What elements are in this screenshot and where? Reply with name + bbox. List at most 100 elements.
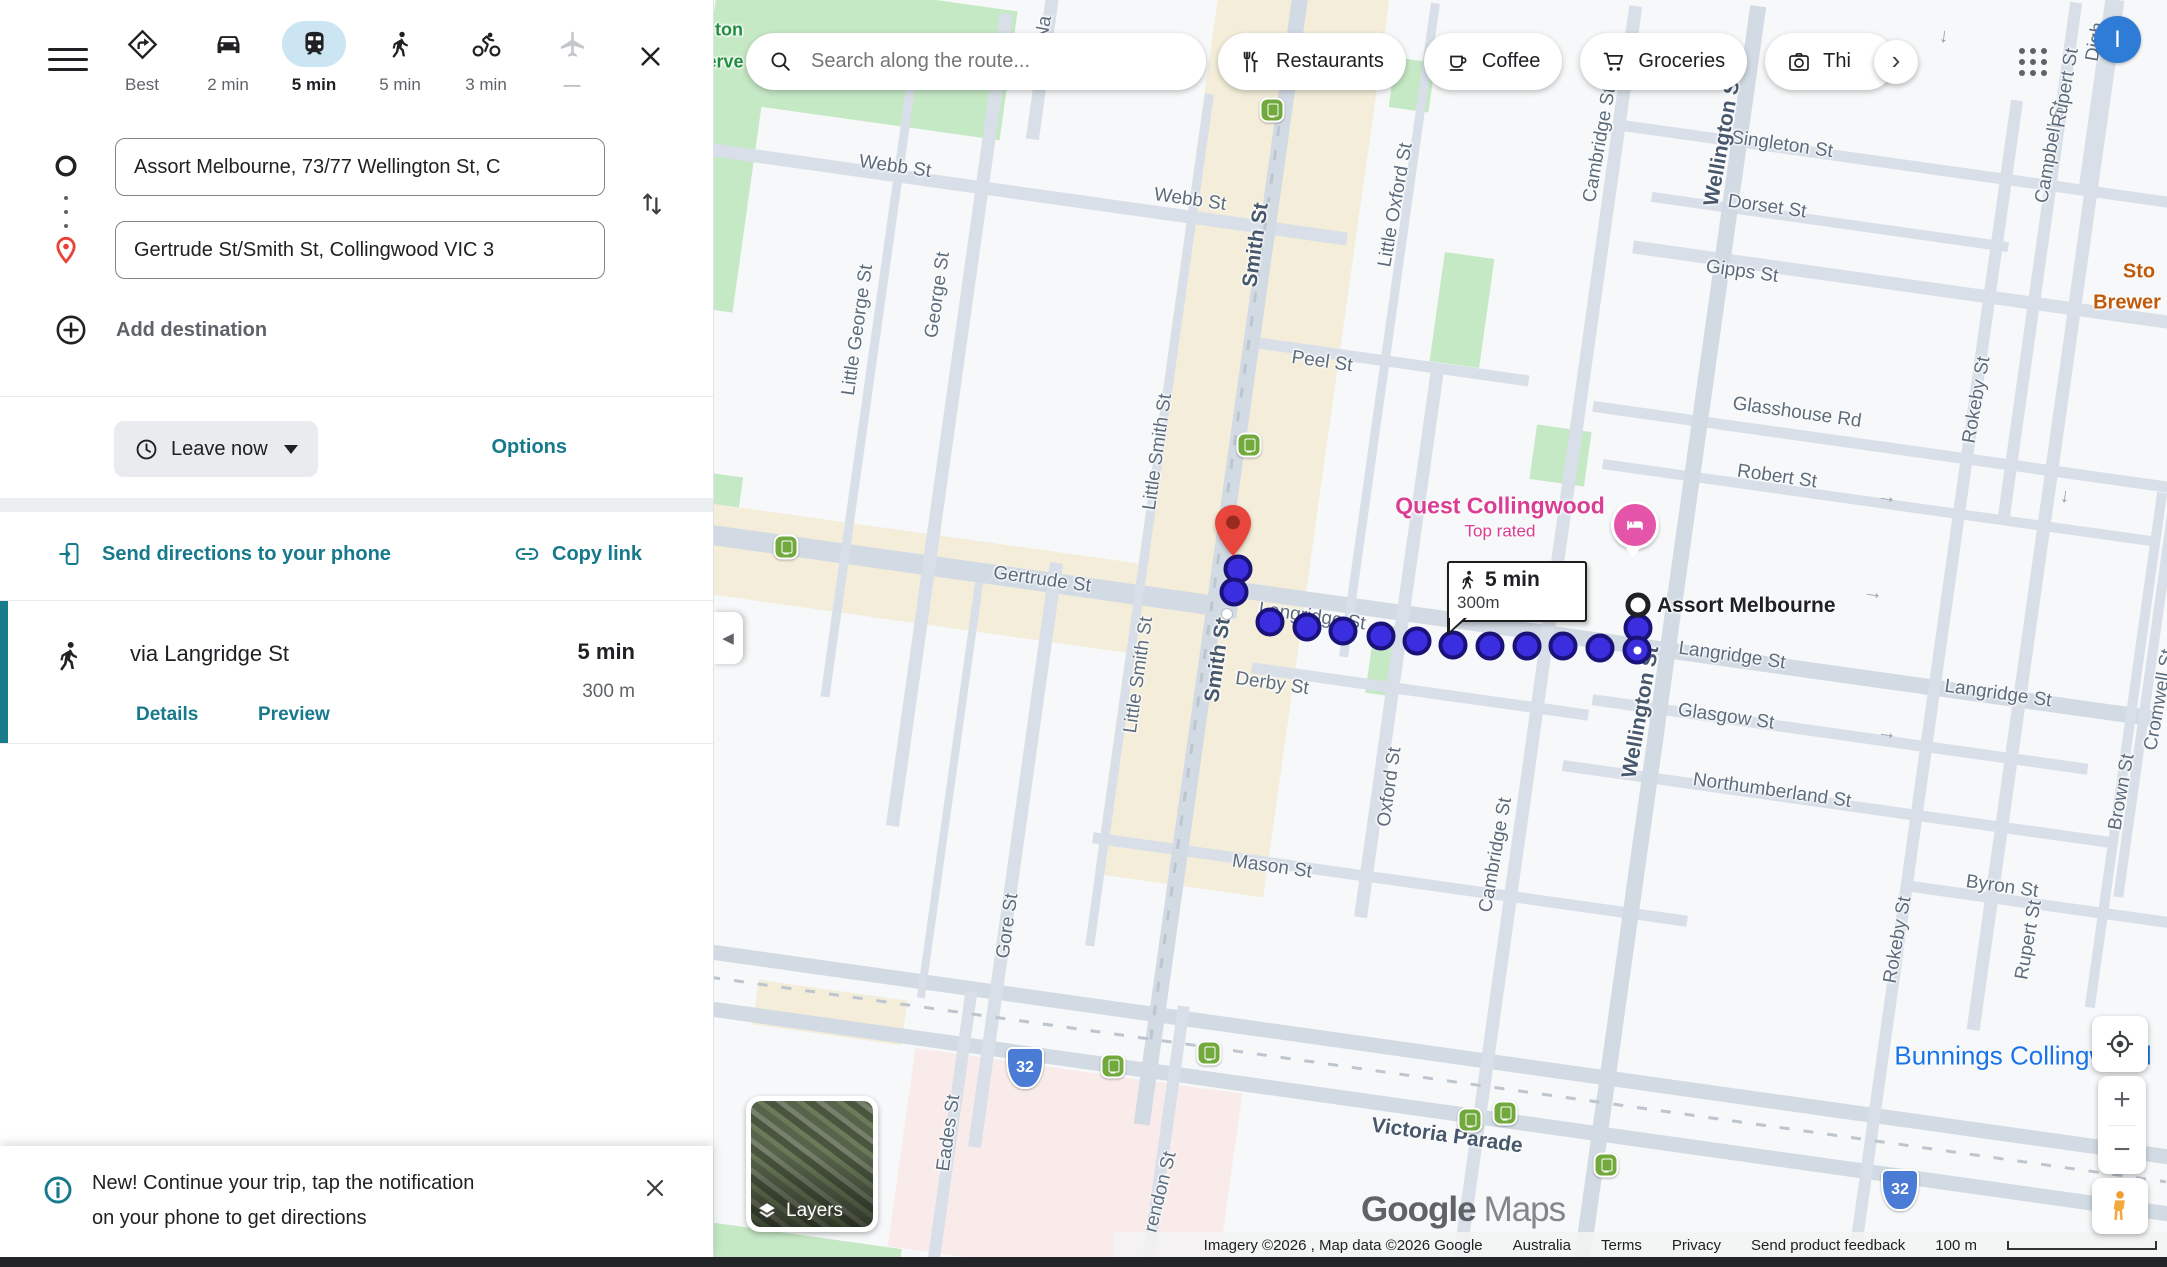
tram-stop-icon[interactable] [1197, 1041, 1222, 1066]
walking-icon [1457, 569, 1479, 591]
search-along-route [746, 33, 1206, 90]
route-option-card[interactable]: via Langridge St 5 min 300 m Details Pre… [0, 600, 713, 744]
street-label: Northumberland St [1692, 769, 1853, 813]
zoom-out-button[interactable]: − [2098, 1126, 2146, 1175]
mode-duration-label: 5 min [379, 75, 421, 95]
tram-stop-icon[interactable] [1594, 1153, 1619, 1178]
tram-stop-icon[interactable] [1458, 1108, 1483, 1133]
tram-stop-icon[interactable] [1237, 433, 1262, 458]
one-way-arrow-icon: → [2054, 485, 2080, 508]
clock-icon [134, 437, 159, 462]
chip-coffee[interactable]: Coffee [1424, 33, 1563, 90]
divider [0, 396, 713, 397]
scale-text: 100 m [1935, 1237, 1977, 1254]
attribution-imagery: Imagery ©2026 , Map data ©2026 Google [1204, 1237, 1483, 1254]
my-location-button[interactable] [2092, 1016, 2148, 1072]
selected-route-accent [0, 601, 8, 743]
route-dot [1513, 632, 1542, 661]
attribution-link-send-product-feedback[interactable]: Send product feedback [1751, 1237, 1905, 1254]
waypoint-dots [64, 196, 68, 228]
one-way-arrow-icon: → [1875, 484, 1898, 510]
destination-input[interactable] [115, 221, 605, 279]
send-directions-button[interactable]: Send directions to your phone [52, 540, 397, 568]
origin-dot-icon [52, 152, 80, 180]
tram-stop-icon[interactable] [1493, 1101, 1518, 1126]
route-dot [1403, 627, 1432, 656]
copy-link-button[interactable]: Copy link [508, 540, 648, 568]
street-label: Sto [2123, 261, 2155, 284]
mode-duration-label: — [564, 75, 581, 95]
plus-circle-icon [54, 313, 88, 347]
street-label: Singleton St [1730, 127, 1835, 163]
chip-label: Thi [1823, 50, 1851, 73]
zoom-in-button[interactable]: + [2098, 1076, 2146, 1125]
mode-tab-transit[interactable]: 5 min [282, 20, 346, 96]
map-canvas[interactable]: Webb StWebb StPeel StSingleton StDorset … [713, 0, 2167, 1267]
notification-banner: New! Continue your trip, tap the notific… [0, 1146, 713, 1257]
tooltip-duration: 5 min [1485, 568, 1540, 592]
attribution-link-australia[interactable]: Australia [1513, 1237, 1571, 1254]
quest-collingwood-label[interactable]: Quest Collingwood Top rated [1395, 493, 1605, 542]
swap-origin-destination-button[interactable] [630, 183, 674, 227]
mode-tab-best[interactable]: Best [110, 20, 174, 96]
route-dot [1367, 622, 1396, 651]
map-attribution: Imagery ©2026 , Map data ©2026 Google Au… [1113, 1232, 2167, 1258]
close-icon [643, 1176, 667, 1200]
layers-control[interactable]: Layers [746, 1096, 878, 1232]
collapse-side-panel-button[interactable]: ◀ [713, 612, 743, 664]
mode-tab-drive[interactable]: 2 min [196, 20, 260, 96]
copy-link-label: Copy link [552, 543, 642, 566]
tram-stop-icon[interactable] [774, 535, 799, 560]
menu-icon[interactable] [48, 41, 88, 73]
route-dot [1256, 608, 1285, 637]
add-destination-button[interactable]: Add destination [48, 312, 273, 348]
departure-time-label: Leave now [171, 438, 268, 461]
destination-pin[interactable] [1215, 505, 1251, 556]
mode-tab-flight[interactable]: — [540, 20, 604, 96]
notification-close-button[interactable] [637, 1172, 671, 1206]
route-shield: 32 [1881, 1169, 1919, 1211]
mode-tab-bike[interactable]: 3 min [454, 20, 518, 96]
camera-icon [1787, 50, 1811, 74]
link-icon [514, 541, 540, 567]
car-icon [196, 21, 260, 67]
departure-time-dropdown[interactable]: Leave now [114, 421, 318, 477]
coffee-icon [1446, 50, 1470, 74]
origin-input[interactable] [115, 138, 605, 196]
route-preview-link[interactable]: Preview [252, 703, 336, 727]
tram-stop-icon[interactable] [1260, 98, 1285, 123]
route-details-link[interactable]: Details [130, 703, 204, 727]
tram-stop-icon[interactable] [1101, 1054, 1126, 1079]
origin-marker[interactable] [1626, 593, 1651, 618]
route-via-label: via Langridge St [130, 641, 289, 667]
swap-arrows-icon [637, 189, 667, 219]
pegman-street-view-button[interactable] [2092, 1178, 2148, 1234]
walking-icon [52, 639, 86, 673]
chip-groceries[interactable]: Groceries [1580, 33, 1747, 90]
notification-text: New! Continue your trip, tap the notific… [92, 1166, 592, 1236]
hotel-marker-icon[interactable] [1611, 501, 1659, 549]
park-area [1430, 252, 1495, 368]
street-label: erve [713, 52, 744, 73]
street-label: ton [715, 20, 743, 41]
more-categories-button[interactable]: › [1874, 40, 1918, 84]
route-dot [1586, 634, 1615, 663]
mode-duration-label: Best [125, 75, 159, 95]
destination-pin-icon [52, 236, 80, 264]
bottom-strip [0, 1257, 2167, 1267]
chip-restaurants[interactable]: Restaurants [1218, 33, 1406, 90]
mode-tab-walk[interactable]: 5 min [368, 20, 432, 96]
park-area [1529, 424, 1591, 486]
attribution-link-privacy[interactable]: Privacy [1672, 1237, 1721, 1254]
account-avatar[interactable]: I [2094, 16, 2141, 63]
street-label: Rupert St [2011, 899, 2047, 982]
options-button[interactable]: Options [485, 435, 573, 460]
route-duration-tooltip: 5 min 300m [1447, 561, 1587, 622]
road [917, 581, 983, 998]
google-apps-grid-icon[interactable] [2011, 40, 2055, 84]
attribution-link-terms[interactable]: Terms [1601, 1237, 1642, 1254]
search-input[interactable] [809, 49, 1184, 74]
route-start-dot [1221, 608, 1233, 620]
street-label: George St [921, 251, 955, 340]
close-directions-button[interactable] [630, 38, 670, 78]
